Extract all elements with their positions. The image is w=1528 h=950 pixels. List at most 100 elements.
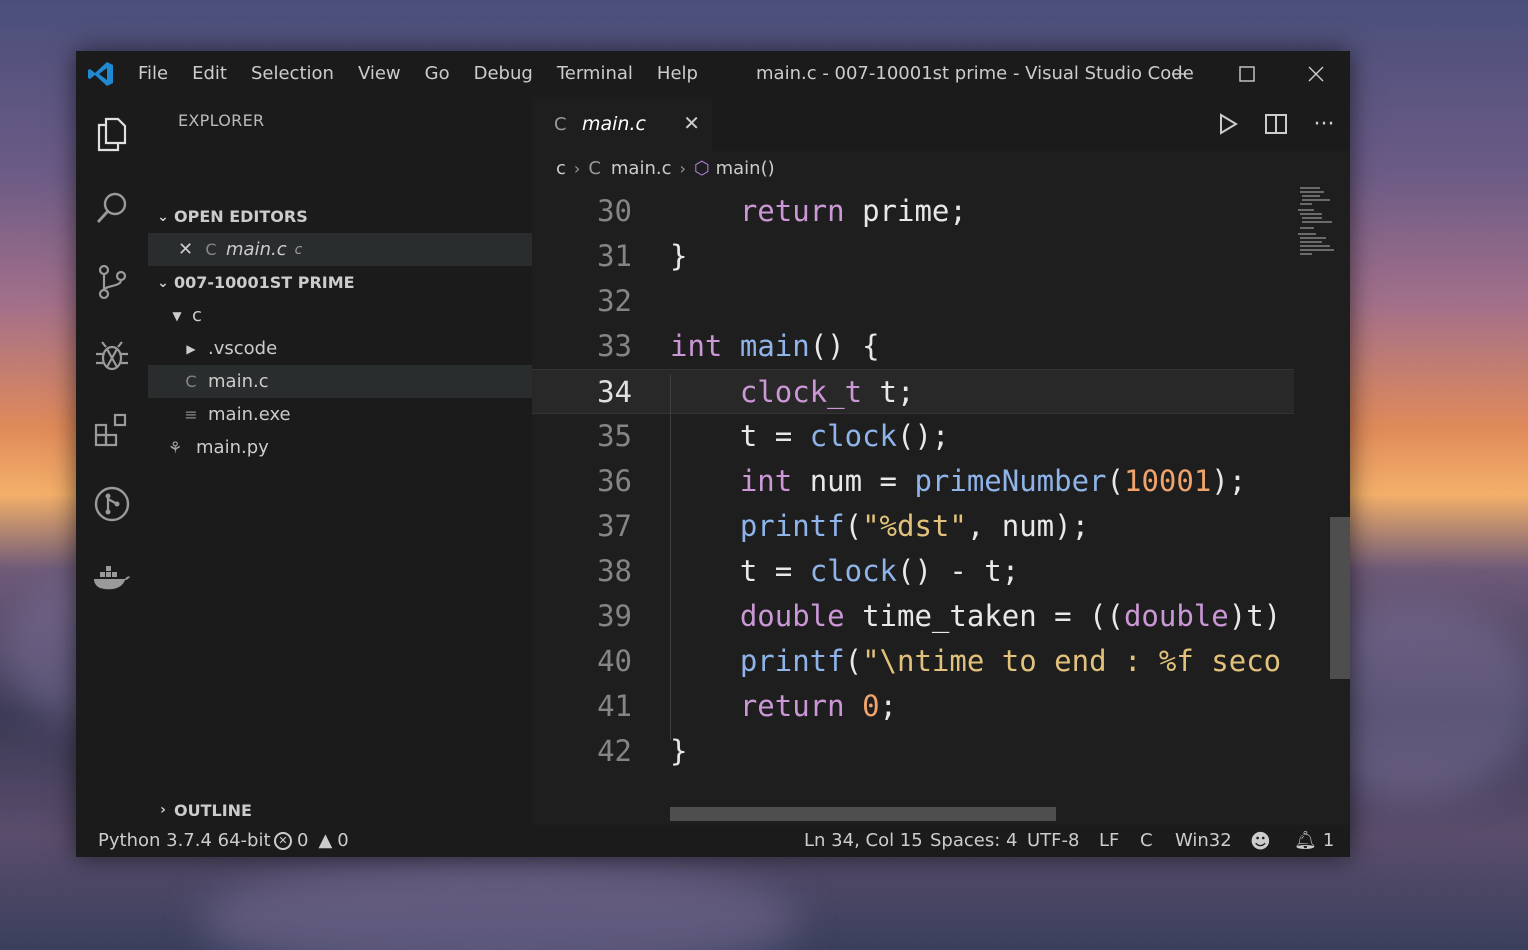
run-button[interactable] [1208,107,1248,141]
outline-section[interactable]: › OUTLINE [148,795,532,825]
minimap[interactable] [1294,185,1334,825]
menu-view[interactable]: View [346,51,413,97]
project-section[interactable]: ⌄ 007-10001ST PRIME [148,266,532,299]
tree-folder-c[interactable]: ▼ c [148,299,532,332]
maximize-button[interactable] [1213,51,1281,97]
code-line[interactable]: 39 double time_taken = ((double)t) [532,594,1294,639]
code-line[interactable]: 41 return 0; [532,684,1294,729]
menu-selection[interactable]: Selection [239,51,346,97]
binary-file-icon: ≡ [184,405,198,424]
c-file-icon: C [554,113,567,135]
search-icon[interactable] [76,171,148,245]
vscode-window: File Edit Selection View Go Debug Termin… [76,51,1350,857]
tree-item-label: main.c [208,371,269,392]
feedback-smiley-icon[interactable]: ☻ [1250,825,1271,857]
problems-indicator[interactable]: ✕ 0 ▲ 0 [274,825,349,857]
menu-bar: File Edit Selection View Go Debug Termin… [126,51,710,97]
line-ending[interactable]: LF [1099,825,1119,857]
line-number: 41 [597,689,632,723]
title-bar: File Edit Selection View Go Debug Termin… [76,51,1350,97]
c-configuration[interactable]: Win32 [1175,825,1232,857]
tab-main-c[interactable]: C main.c ✕ [532,97,712,151]
explorer-icon[interactable] [76,97,148,171]
code-line[interactable]: 34 clock_t t; [532,369,1294,414]
notification-count: 1 [1322,830,1335,851]
encoding[interactable]: UTF-8 [1027,825,1079,857]
line-number: 37 [597,509,632,543]
minimize-button[interactable] [1145,51,1213,97]
line-number: 38 [597,554,632,588]
close-editor-icon[interactable]: ✕ [178,239,198,260]
sidebar-title: EXPLORER [178,111,265,130]
vscode-logo-icon [76,51,126,97]
error-count: 0 [297,830,309,851]
c-file-icon: C [185,372,197,391]
python-interpreter[interactable]: Python 3.7.4 64-bit [98,825,271,857]
code-text: } [670,734,688,768]
close-tab-icon[interactable]: ✕ [683,111,700,135]
chevron-down-icon: ⌄ [157,274,169,291]
code-line[interactable]: 36 int num = primeNumber(10001); [532,459,1294,504]
menu-terminal[interactable]: Terminal [545,51,645,97]
breadcrumb-file[interactable]: main.c [611,158,672,179]
code-line[interactable]: 38 t = clock() - t; [532,549,1294,594]
git-graph-icon[interactable] [76,467,148,541]
code-line[interactable]: 33 int main() { [532,324,1294,369]
line-number: 35 [597,419,632,453]
code-line[interactable]: 40 printf("\ntime to end : %f seco [532,639,1294,684]
language-mode[interactable]: C [1140,825,1153,857]
open-editor-item[interactable]: ✕ C main.c c [148,233,532,266]
c-file-icon: C [588,157,601,179]
vertical-scrollbar[interactable] [1330,517,1350,679]
menu-help[interactable]: Help [645,51,710,97]
debug-icon[interactable] [76,319,148,393]
notifications[interactable]: 🔔︎ 1 [1294,825,1334,857]
code-line[interactable]: 35 t = clock(); [532,414,1294,459]
docker-icon[interactable] [76,541,148,615]
menu-debug[interactable]: Debug [462,51,545,97]
tree-file-main-exe[interactable]: ≡ main.exe [148,398,532,431]
menu-go[interactable]: Go [413,51,462,97]
code-area[interactable]: 42} 41 return 0; 40 printf("\ntime to end … [532,185,1350,825]
code-text: int num = primeNumber(10001); [739,464,1247,498]
source-control-icon[interactable] [76,245,148,319]
more-actions-icon[interactable]: ··· [1304,107,1344,141]
code-line[interactable]: 37 printf("%dst", num); [532,504,1294,549]
code-text: return prime; [739,194,967,228]
warning-icon: ▲ [318,830,333,851]
tree-item-label: c [192,305,202,326]
code-line[interactable]: 30 return prime; [532,189,1294,234]
line-number: 40 [597,644,632,678]
chevron-right-icon: › [160,802,166,818]
line-number: 31 [597,239,632,273]
code-text: t = clock(); [670,419,950,453]
line-number: 30 [597,194,632,228]
tree-item-label: main.exe [208,404,291,425]
tree-folder-vscode[interactable]: ▶ .vscode [148,332,532,365]
menu-edit[interactable]: Edit [180,51,239,97]
code-text: double time_taken = ((double)t) [739,599,1282,633]
code-line[interactable]: 32 [532,279,1294,324]
background-cloud [200,860,800,950]
open-editors-section[interactable]: ⌄ OPEN EDITORS [148,200,532,233]
code-text: return 0; [739,689,898,723]
breadcrumb-folder[interactable]: c [556,158,566,179]
code-line[interactable]: 42} [532,729,1294,774]
status-bar: Python 3.7.4 64-bit ✕ 0 ▲ 0 Ln 34, Col 1… [76,825,1350,857]
tab-bar: C main.c ✕ ··· [532,97,1350,151]
cursor-position[interactable]: Ln 34, Col 15 [804,825,923,857]
horizontal-scrollbar[interactable] [670,807,1056,821]
code-text: printf("\ntime to end : %f seco [739,644,1282,678]
code-line[interactable]: 31} [532,234,1294,279]
tab-label: main.c [582,113,646,135]
breadcrumb-symbol[interactable]: main() [716,158,775,179]
c-file-icon: C [205,240,217,259]
menu-file[interactable]: File [126,51,180,97]
indentation[interactable]: Spaces: 4 [930,825,1017,857]
tree-file-main-py[interactable]: ⚘ main.py [148,431,532,464]
split-editor-button[interactable] [1256,107,1296,141]
extensions-icon[interactable] [76,393,148,467]
expand-triangle-icon: ▼ [172,308,182,323]
tree-file-main-c[interactable]: C main.c [148,365,532,398]
close-window-button[interactable] [1282,51,1350,97]
